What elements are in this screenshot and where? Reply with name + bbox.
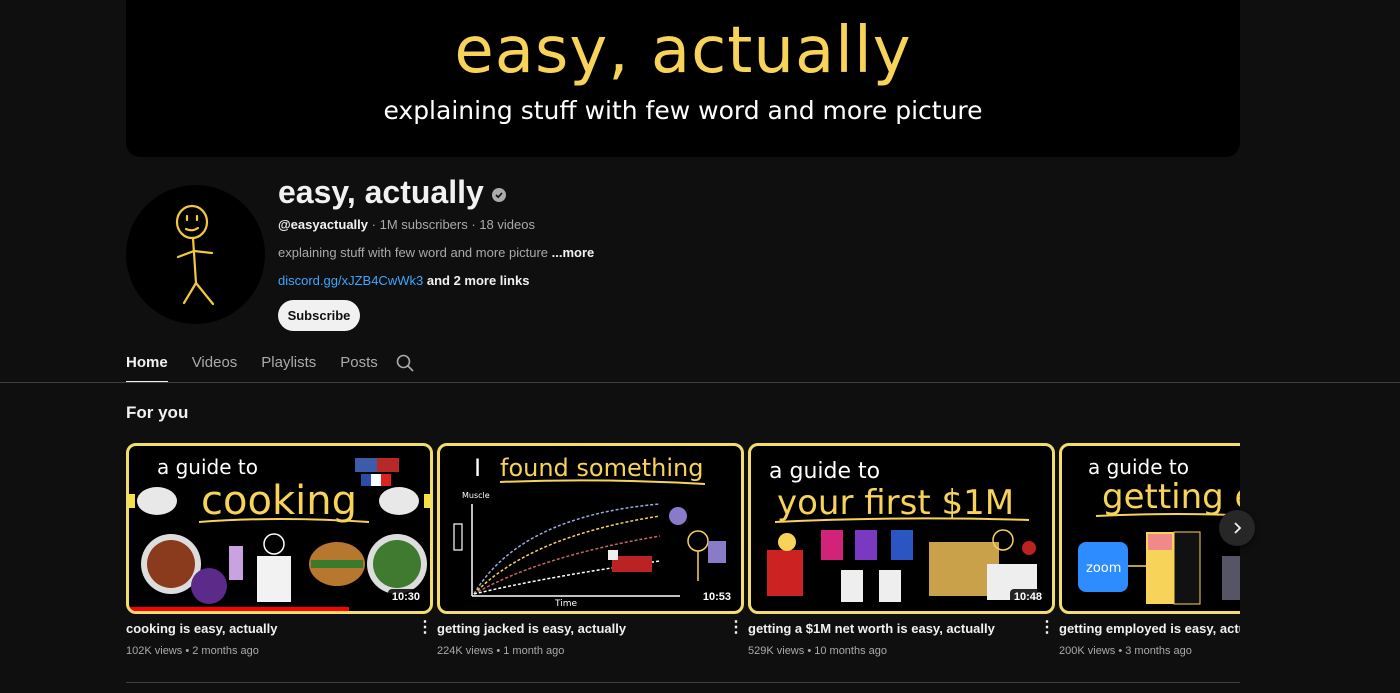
thumb-axis-x: Time bbox=[554, 599, 577, 609]
thumb-top-text: found something bbox=[500, 454, 703, 482]
video-card[interactable]: I found something Muscle Time 10:53 gett… bbox=[437, 443, 744, 657]
thumb-big-text: getting e bbox=[1102, 477, 1240, 517]
networth-thumbnail-art: a guide to your first $1M bbox=[767, 459, 1037, 602]
video-age: 1 month ago bbox=[503, 645, 565, 657]
video-thumbnail[interactable]: a guide to getting e zoom bbox=[1059, 443, 1240, 614]
video-shelf: a guide to cooking 10:30 cooking is easy… bbox=[126, 443, 1240, 673]
video-meta: 102K views • 2 months ago bbox=[126, 645, 259, 657]
tab-playlists[interactable]: Playlists bbox=[261, 344, 316, 383]
video-meta: 224K views • 1 month ago bbox=[437, 645, 565, 657]
channel-banner: easy, actually explaining stuff with few… bbox=[126, 0, 1240, 157]
svg-text:I: I bbox=[474, 454, 481, 482]
thumb-logo-text: zoom bbox=[1086, 561, 1121, 576]
discord-link[interactable]: discord.gg/xJZB4CwWk3 bbox=[278, 273, 423, 288]
chevron-right-icon bbox=[1234, 522, 1242, 534]
employed-thumbnail-art: a guide to getting e zoom bbox=[1078, 455, 1240, 605]
cooking-thumbnail-art: a guide to cooking bbox=[129, 455, 430, 604]
shelf-next-button[interactable] bbox=[1219, 510, 1255, 546]
video-views: 529K views bbox=[748, 645, 805, 657]
channel-description[interactable]: explaining stuff with few word and more … bbox=[278, 245, 594, 260]
video-thumbnail[interactable]: a guide to cooking 10:30 bbox=[126, 443, 433, 614]
video-meta: 529K views • 10 months ago bbox=[748, 645, 888, 657]
video-title[interactable]: getting a $1M net worth is easy, actuall… bbox=[748, 621, 1038, 636]
video-meta: 200K views • 3 months ago bbox=[1059, 645, 1192, 657]
video-duration: 10:30 bbox=[387, 589, 424, 605]
video-card[interactable]: a guide to cooking 10:30 cooking is easy… bbox=[126, 443, 433, 657]
thumb-top-text: a guide to bbox=[1088, 455, 1189, 479]
thumb-axis-y: Muscle bbox=[462, 491, 490, 500]
channel-meta: @easyactually · 1M subscribers · 18 vide… bbox=[278, 217, 535, 232]
video-views: 200K views bbox=[1059, 645, 1116, 657]
verified-check-icon bbox=[491, 187, 506, 202]
thumb-big-text: your first $1M bbox=[777, 483, 1014, 523]
watch-progress-bar bbox=[129, 607, 349, 611]
meta-separator: · bbox=[371, 217, 380, 232]
description-text: explaining stuff with few word and more … bbox=[278, 245, 549, 260]
subscribe-button[interactable]: Subscribe bbox=[278, 300, 360, 331]
video-thumbnail[interactable]: I found something Muscle Time 10:53 bbox=[437, 443, 744, 614]
channel-tabs: Home Videos Playlists Posts bbox=[126, 344, 414, 383]
jacked-thumbnail-art: I found something Muscle Time bbox=[453, 454, 726, 609]
video-thumbnail[interactable]: a guide to your first $1M 10:48 bbox=[748, 443, 1055, 614]
channel-name: easy, actually bbox=[278, 174, 506, 211]
stick-figure-icon bbox=[175, 204, 215, 306]
search-icon[interactable] bbox=[396, 354, 414, 377]
video-count: 18 videos bbox=[479, 217, 535, 232]
thumb-big-text: cooking bbox=[201, 478, 357, 524]
video-title[interactable]: getting employed is easy, actually bbox=[1059, 621, 1240, 636]
subscriber-count: 1M subscribers bbox=[379, 217, 468, 232]
tab-posts[interactable]: Posts bbox=[340, 344, 378, 383]
video-views: 102K views bbox=[126, 645, 183, 657]
channel-name-text: easy, actually bbox=[278, 174, 484, 210]
channel-avatar[interactable] bbox=[126, 185, 265, 324]
video-title[interactable]: getting jacked is easy, actually bbox=[437, 621, 727, 636]
tabs-divider bbox=[0, 382, 1400, 383]
tab-home[interactable]: Home bbox=[126, 344, 168, 383]
thumb-top-text: a guide to bbox=[157, 455, 258, 479]
more-links-button[interactable]: and 2 more links bbox=[427, 273, 530, 288]
video-duration: 10:53 bbox=[698, 589, 735, 605]
video-age: 2 months ago bbox=[192, 645, 259, 657]
video-card[interactable]: a guide to your first $1M 10:48 getting … bbox=[748, 443, 1055, 657]
banner-title: easy, actually bbox=[454, 14, 912, 88]
section-title: For you bbox=[126, 403, 189, 422]
video-duration: 10:48 bbox=[1009, 589, 1046, 605]
video-age: 10 months ago bbox=[814, 645, 888, 657]
tab-videos[interactable]: Videos bbox=[192, 344, 238, 383]
thumb-top-text: a guide to bbox=[769, 459, 880, 484]
video-views: 224K views bbox=[437, 645, 494, 657]
channel-links: discord.gg/xJZB4CwWk3 and 2 more links bbox=[278, 273, 529, 288]
section-divider bbox=[126, 682, 1240, 683]
video-title[interactable]: cooking is easy, actually bbox=[126, 621, 416, 636]
video-card[interactable]: a guide to getting e zoom getting employ… bbox=[1059, 443, 1240, 657]
video-age: 3 months ago bbox=[1125, 645, 1192, 657]
channel-handle: @easyactually bbox=[278, 217, 369, 232]
banner-subtitle: explaining stuff with few word and more … bbox=[383, 96, 983, 125]
description-more-link[interactable]: ...more bbox=[552, 245, 595, 260]
